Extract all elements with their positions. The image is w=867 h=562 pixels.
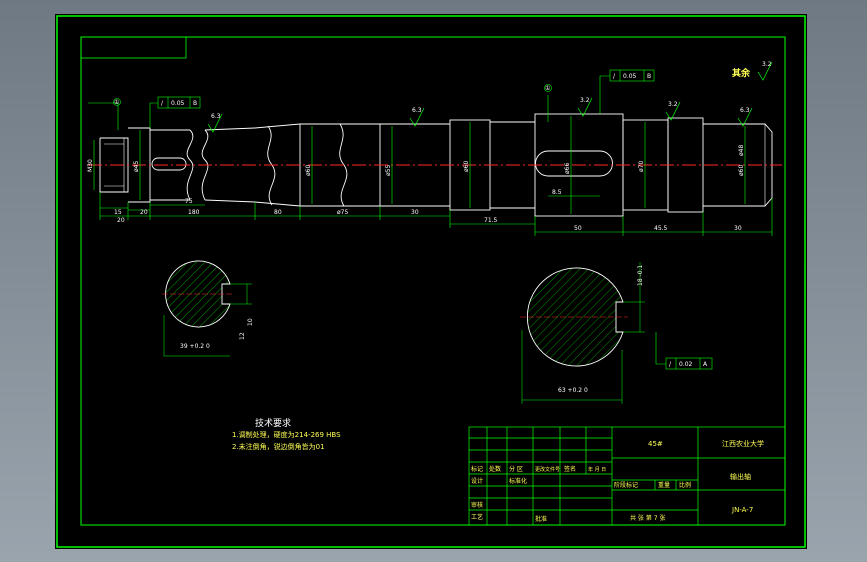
tb-row-1: 阶段标记 bbox=[614, 481, 638, 489]
tech-req-title: 技术要求 bbox=[255, 417, 291, 429]
datum-circle-0: ① bbox=[114, 99, 119, 106]
roughness-1: 6.3 bbox=[412, 107, 422, 114]
dim-h-30b: 30 bbox=[734, 225, 742, 232]
tb-role-0: 设计 bbox=[471, 477, 483, 485]
dim-h-20b: 20 bbox=[140, 209, 148, 216]
dim-h-30: 30 bbox=[411, 209, 419, 216]
dim-h-75b: ø75 bbox=[337, 209, 348, 216]
dim-h-75: 75 bbox=[185, 198, 193, 205]
tb-material: 45# bbox=[648, 440, 663, 448]
tb-row-0: 标准化 bbox=[509, 477, 527, 485]
tb-header-2: 分 区 bbox=[509, 465, 523, 473]
datum-circle-1: ① bbox=[545, 85, 550, 92]
dim-d-6: ø70 bbox=[638, 161, 645, 172]
tol-1-datum: B bbox=[647, 73, 651, 80]
tol-0-datum: B bbox=[193, 100, 197, 107]
dim-h-180: 180 bbox=[188, 209, 200, 216]
tb-role-1: 审核 bbox=[471, 501, 483, 509]
dim-d-5: ø66 bbox=[564, 163, 571, 174]
dim-d-1: ø45 bbox=[133, 161, 140, 172]
dim-h-80: 80 bbox=[274, 209, 282, 216]
section-left-dim-2: 12 bbox=[239, 332, 246, 340]
tb-drawing-no: JN-A-7 bbox=[731, 506, 753, 514]
tb-header-3: 更改文件号 bbox=[535, 466, 560, 473]
roughness-default: 3.2 bbox=[762, 61, 772, 68]
tb-row-2: 重量 bbox=[658, 481, 670, 489]
tb-row-3: 比例 bbox=[679, 481, 691, 489]
drawing-canvas: 15 20 20 75 180 80 ø75 30 71.5 50 45.5 3… bbox=[55, 14, 807, 549]
dim-h-20a: 20 bbox=[117, 217, 125, 224]
tol-1-value: 0.05 bbox=[623, 73, 637, 80]
roughness-3: 3.2 bbox=[668, 101, 678, 108]
section-left-dim-1: 10 bbox=[247, 318, 254, 326]
tb-row-4: 批准 bbox=[535, 515, 547, 523]
tb-header-1: 处数 bbox=[489, 465, 501, 473]
dim-keyway: 8.5 bbox=[552, 189, 562, 196]
dim-d-8: ø48 bbox=[738, 145, 745, 156]
roughness-2: 3.2 bbox=[580, 97, 590, 104]
tech-req-line-0: 1.调制处理，硬度为214-269 HBS bbox=[232, 430, 341, 439]
dim-h-50: 50 bbox=[574, 225, 582, 232]
tech-req-line-1: 2.未注倒角，锐边倒角皆为01 bbox=[232, 442, 325, 451]
tol-0-value: 0.05 bbox=[171, 100, 185, 107]
section-right-dim-1: 18 -0.1 bbox=[637, 265, 644, 286]
tb-header-5: 年 月 日 bbox=[588, 466, 606, 473]
tb-header-0: 标记 bbox=[471, 465, 483, 473]
tb-part-name: 输出轴 bbox=[730, 472, 751, 481]
tol-2-value: 0.02 bbox=[679, 361, 693, 368]
roughness-0: 6.3 bbox=[211, 113, 221, 120]
roughness-default-label: 其余 bbox=[732, 67, 751, 79]
tb-school: 江西农业大学 bbox=[722, 439, 764, 448]
tb-sheet: 共 张 第 7 张 bbox=[630, 514, 665, 522]
dim-d-0: M30 bbox=[87, 159, 94, 172]
dim-d-3: ø55 bbox=[385, 165, 392, 176]
dim-h-0: 15 bbox=[114, 209, 122, 216]
cad-viewport: 15 20 20 75 180 80 ø75 30 71.5 50 45.5 3… bbox=[0, 0, 867, 562]
tb-header-4: 签名 bbox=[564, 465, 576, 473]
dim-h-71-5: 71.5 bbox=[484, 217, 498, 224]
tb-role-2: 工艺 bbox=[471, 513, 483, 521]
section-left-dim-0: 39 +0.2 0 bbox=[180, 343, 210, 350]
dim-d-4: ø60 bbox=[463, 161, 470, 172]
roughness-4: 6.3 bbox=[740, 107, 750, 114]
dim-d-7: ø60 bbox=[738, 165, 745, 176]
dim-d-2: ø60 bbox=[305, 165, 312, 176]
dim-h-45-5: 45.5 bbox=[654, 225, 668, 232]
section-right-dim-0: 63 +0.2 0 bbox=[558, 387, 588, 394]
